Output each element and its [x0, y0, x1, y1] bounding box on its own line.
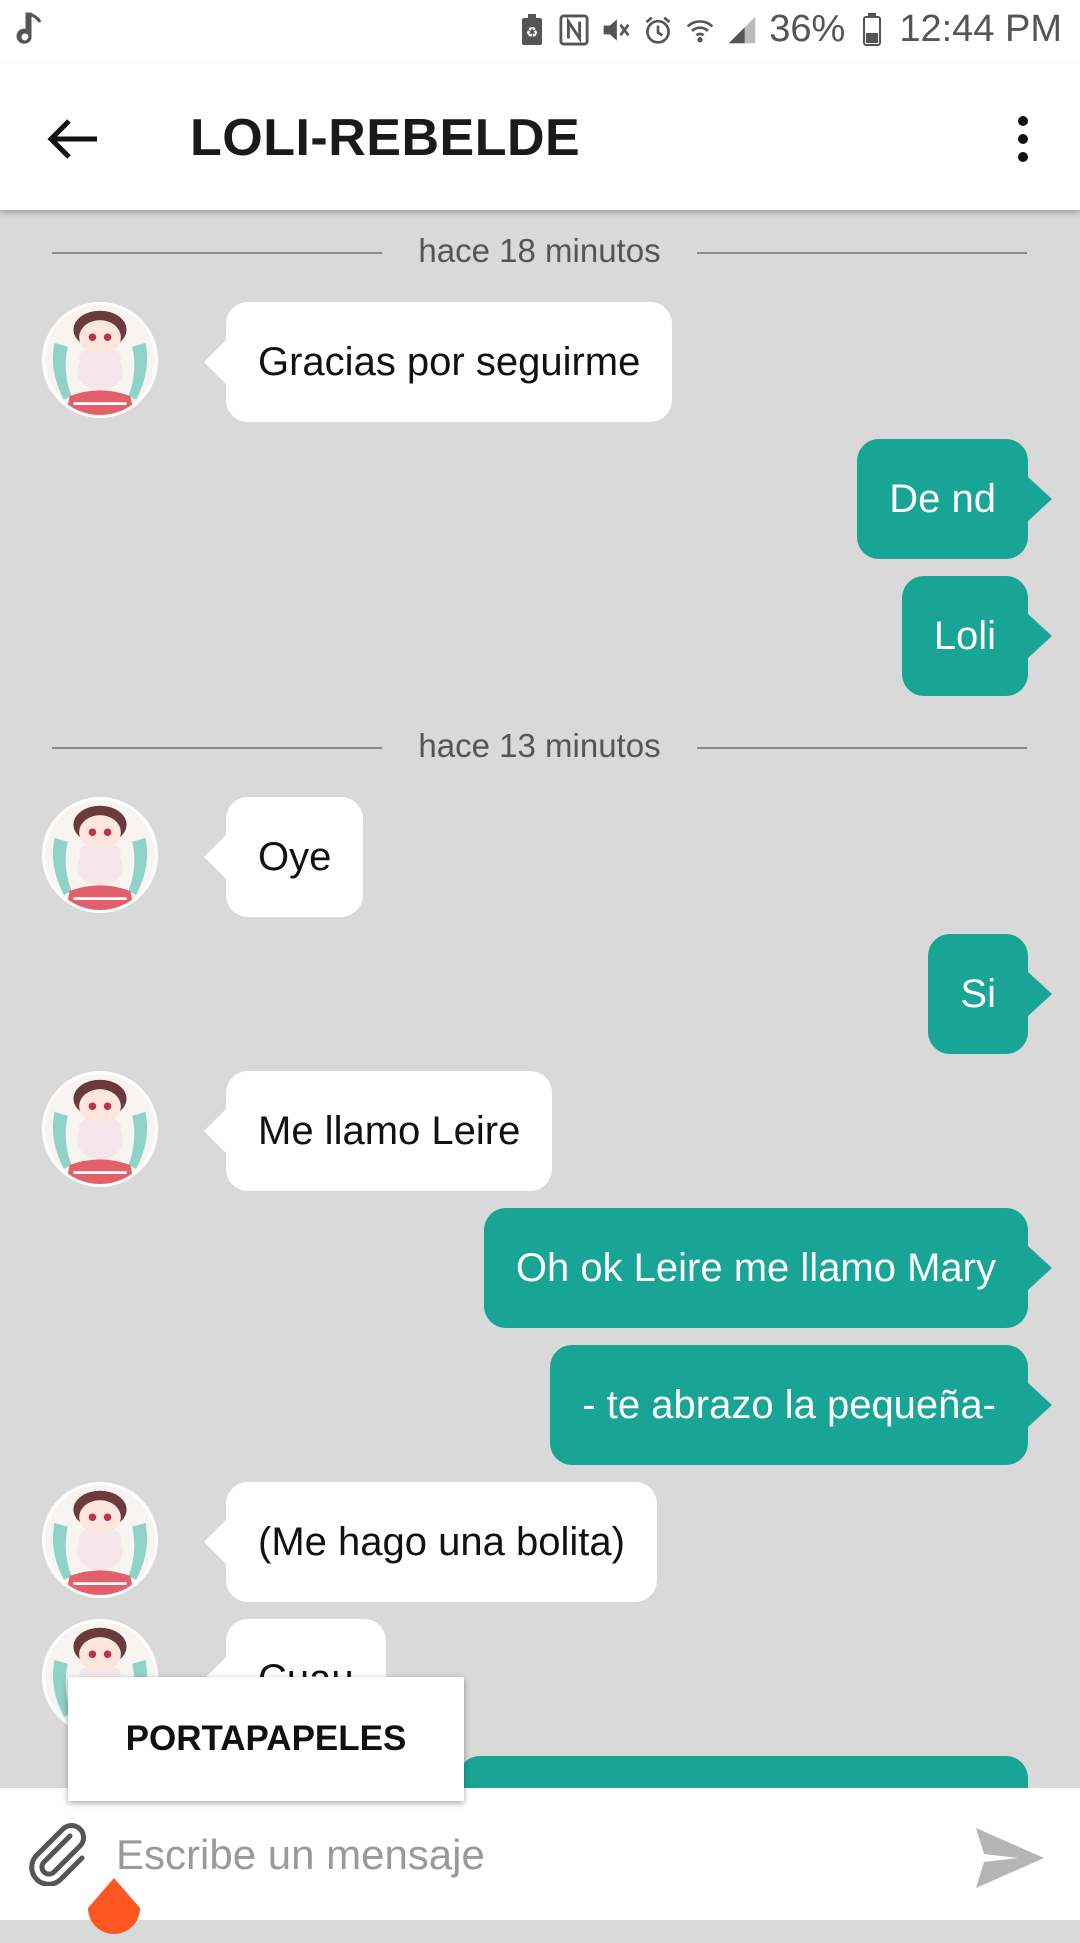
battery-saver-icon: ♻ [517, 13, 547, 47]
incoming-message: (Me hago una bolita) [204, 1482, 657, 1602]
message-composer [0, 1788, 1080, 1920]
back-button[interactable] [38, 104, 108, 174]
clipboard-button[interactable]: PORTAPAPELES [68, 1677, 464, 1801]
timestamp-label: hace 18 minutos [418, 232, 661, 269]
status-bar: ♻ 36% 12:44 PM [0, 0, 1080, 64]
outgoing-message: Si [928, 934, 1052, 1054]
message-input[interactable] [114, 1814, 938, 1896]
paperclip-icon [29, 1823, 86, 1886]
more-options-button[interactable] [988, 104, 1058, 174]
battery-icon [857, 12, 887, 47]
text-selection-handle[interactable] [86, 1878, 142, 1938]
wifi-icon [685, 13, 715, 47]
avatar[interactable] [42, 1071, 158, 1187]
outgoing-message: Loli [901, 576, 1053, 696]
chat-area[interactable]: hace 18 minutos Gracias por seguirme De … [0, 210, 1080, 1788]
timestamp-label: hace 13 minutos [418, 727, 661, 764]
outgoing-message: - te abrazo la pequeña- [550, 1345, 1052, 1465]
incoming-message: Me llamo Leire [203, 1071, 553, 1191]
alarm-icon [643, 13, 673, 47]
signal-icon [727, 13, 757, 47]
arrow-left-icon [47, 119, 97, 159]
battery-percent: 36% [769, 8, 846, 50]
app-bar: LOLI-REBELDE [0, 64, 1080, 210]
mute-icon [601, 13, 631, 47]
incoming-message: Gracias por seguirme [203, 302, 673, 422]
attach-button[interactable] [22, 1818, 94, 1890]
incoming-message: Oye [203, 797, 364, 917]
timestamp-separator: hace 13 minutos [52, 727, 1027, 767]
avatar[interactable] [42, 797, 158, 913]
send-button[interactable] [968, 1816, 1052, 1900]
outgoing-message: De nd [857, 439, 1052, 559]
send-icon [976, 1828, 1044, 1888]
avatar[interactable] [42, 302, 158, 418]
clock: 12:44 PM [899, 8, 1062, 50]
avatar[interactable] [42, 1482, 158, 1598]
nfc-icon [559, 13, 589, 47]
svg-text:♻: ♻ [526, 25, 539, 41]
timestamp-separator: hace 18 minutos [52, 232, 1027, 272]
chat-title: LOLI-REBELDE [190, 109, 581, 167]
music-note-icon [16, 10, 46, 60]
more-vert-icon [1018, 116, 1028, 162]
outgoing-message: Oh ok Leire me llamo Mary [483, 1208, 1053, 1328]
outgoing-message-partial [458, 1756, 1028, 1788]
